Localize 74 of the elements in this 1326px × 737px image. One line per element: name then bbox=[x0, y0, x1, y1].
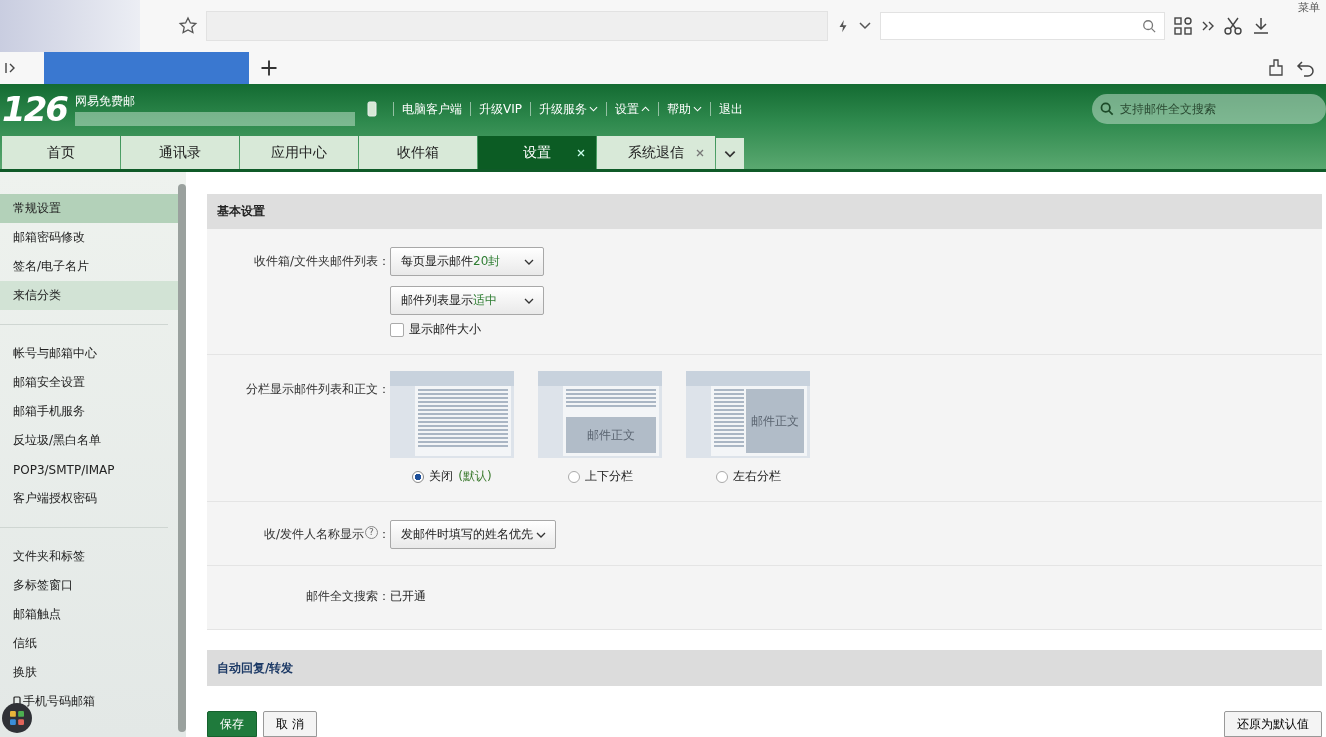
sidebar-item[interactable]: 客户端授权密码 bbox=[0, 484, 178, 513]
nav-link[interactable]: 帮助 bbox=[666, 100, 702, 118]
sidebar-item[interactable]: 换肤 bbox=[0, 658, 178, 687]
sidebar-item[interactable]: 签名/电子名片 bbox=[0, 252, 178, 281]
brand-name: 网易免费邮 bbox=[75, 92, 136, 110]
checkbox[interactable] bbox=[390, 322, 404, 337]
sidebar-item[interactable]: 来信分类 bbox=[0, 281, 178, 310]
sidebar-item[interactable]: 信纸 bbox=[0, 629, 178, 658]
tab[interactable]: 收件箱 bbox=[359, 136, 477, 169]
setting-value: 已开通 bbox=[390, 588, 426, 605]
setting-label: 收/发件人名称显示 bbox=[263, 526, 364, 543]
apps-icon bbox=[10, 711, 24, 725]
scrollbar[interactable] bbox=[178, 184, 186, 732]
default-note: (默认) bbox=[458, 468, 492, 485]
setting-label: 分栏显示邮件列表和正文： bbox=[246, 381, 390, 398]
checkbox-label[interactable]: 显示邮件大小 bbox=[409, 321, 481, 338]
grid-icon[interactable] bbox=[1173, 16, 1193, 36]
double-chevron-icon[interactable] bbox=[1201, 19, 1215, 33]
menu-label[interactable]: 菜单 bbox=[1298, 0, 1320, 15]
setting-label: 邮件全文搜索： bbox=[306, 588, 390, 605]
tab[interactable]: 系统退信 bbox=[597, 136, 715, 169]
tab[interactable]: 设置 bbox=[478, 136, 596, 169]
sidebar-item[interactable]: 常规设置 bbox=[0, 194, 178, 223]
tab[interactable]: 通讯录 bbox=[121, 136, 239, 169]
close-icon[interactable] bbox=[695, 148, 705, 158]
nav-link[interactable]: 升级服务 bbox=[538, 100, 598, 118]
tab[interactable]: 首页 bbox=[2, 136, 120, 169]
sidebar-item[interactable]: 文件夹和标签 bbox=[0, 542, 178, 571]
scissors-icon[interactable] bbox=[1223, 16, 1243, 36]
sidebar-item[interactable]: 邮箱触点 bbox=[0, 600, 178, 629]
dropdown[interactable]: 邮件列表显示适中 bbox=[390, 286, 544, 315]
chevron-down-icon bbox=[524, 298, 534, 304]
radio-button[interactable] bbox=[412, 470, 425, 483]
save-button[interactable]: 保存 bbox=[207, 711, 257, 737]
setting-label: 收件箱/文件夹邮件列表： bbox=[253, 253, 390, 270]
radio-button[interactable] bbox=[715, 470, 728, 483]
reset-button[interactable]: 还原为默认值 bbox=[1224, 711, 1322, 737]
sidebar-item[interactable]: 邮箱密码修改 bbox=[0, 223, 178, 252]
radio-button[interactable] bbox=[567, 470, 580, 483]
sidebar-item[interactable]: POP3/SMTP/IMAP bbox=[0, 455, 178, 484]
search-icon bbox=[1142, 19, 1156, 33]
preview-text: 邮件正文 bbox=[587, 426, 635, 444]
sidebar-item[interactable]: 多标签窗口 bbox=[0, 571, 178, 600]
dropdown[interactable]: 每页显示邮件20封 bbox=[390, 247, 544, 276]
dropdown[interactable]: 发邮件时填写的姓名优先 bbox=[390, 520, 556, 549]
tab-menu-button[interactable] bbox=[716, 138, 744, 169]
undo-icon[interactable] bbox=[1296, 58, 1316, 78]
download-icon[interactable] bbox=[1251, 16, 1271, 36]
phone-icon[interactable] bbox=[367, 101, 377, 117]
sidebar-item[interactable]: 帐号与邮箱中心 bbox=[0, 339, 178, 368]
mail-search-field[interactable]: 支持邮件全文搜索 bbox=[1092, 94, 1326, 124]
nav-link[interactable]: 升级VIP bbox=[479, 100, 522, 118]
plus-icon[interactable] bbox=[259, 58, 279, 78]
section-header: 自动回复/转发 bbox=[207, 650, 1322, 686]
nav-link[interactable]: 电脑客户端 bbox=[402, 100, 462, 118]
cancel-button[interactable]: 取 消 bbox=[263, 711, 317, 737]
star-icon[interactable] bbox=[178, 16, 198, 36]
radio-label[interactable]: 关闭 bbox=[429, 468, 454, 485]
sidebar-item[interactable]: 邮箱安全设置 bbox=[0, 368, 178, 397]
preview-text: 邮件正文 bbox=[751, 412, 799, 430]
sidebar-item[interactable]: 反垃圾/黑白名单 bbox=[0, 426, 178, 455]
chevron-down-icon bbox=[524, 259, 534, 265]
search-icon bbox=[1100, 102, 1114, 116]
sidebar-item[interactable]: 邮箱手机服务 bbox=[0, 397, 178, 426]
section-header: 基本设置 bbox=[207, 194, 1322, 229]
logo[interactable]: 126 bbox=[0, 89, 67, 129]
colon: ： bbox=[378, 526, 390, 543]
search-field[interactable] bbox=[880, 12, 1165, 40]
radio-label[interactable]: 上下分栏 bbox=[584, 468, 633, 485]
chevron-down-icon bbox=[536, 532, 546, 538]
nav-link[interactable]: 退出 bbox=[718, 100, 743, 118]
nav-link[interactable]: 设置 bbox=[614, 100, 650, 118]
tab[interactable]: 应用中心 bbox=[240, 136, 358, 169]
radio-label[interactable]: 左右分栏 bbox=[732, 468, 781, 485]
